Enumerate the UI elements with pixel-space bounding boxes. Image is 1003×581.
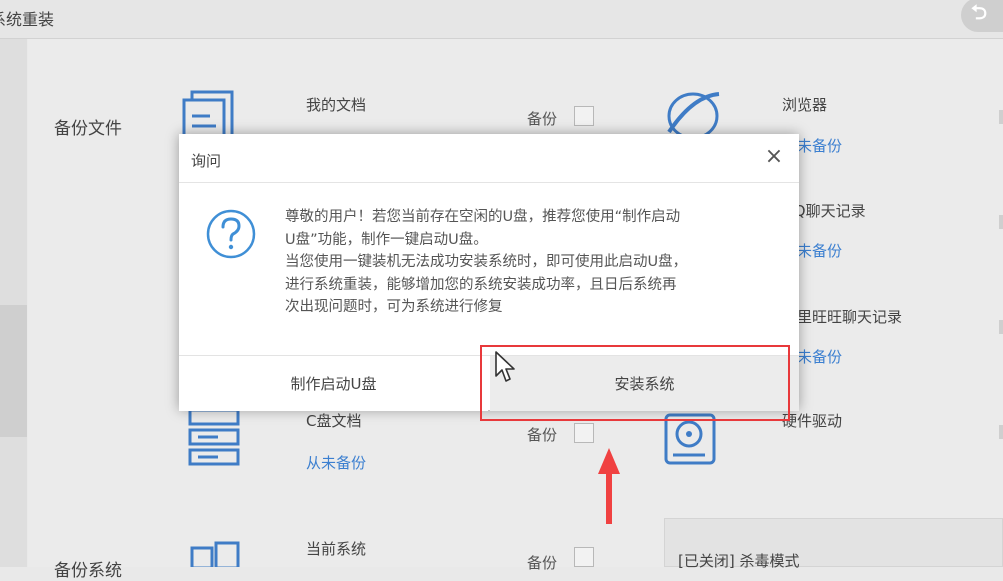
dialog-message: 尊敬的用户！若您当前存在空闲的U盘，推荐您使用“制作启动 U盘”功能，制作一键启…	[285, 206, 765, 319]
scroll-indicator	[999, 215, 1003, 229]
red-arrow-icon	[598, 448, 620, 524]
scroll-indicator	[999, 320, 1003, 334]
scroll-indicator	[999, 110, 1003, 124]
item-status-c-drive-docs[interactable]: 从未备份	[306, 452, 366, 473]
message-line: 当您使用一键装机无法成功安装系统时，即可使用此启动U盘，	[285, 254, 688, 270]
mouse-cursor-icon	[495, 351, 515, 382]
message-line: 次出现问题时，可为系统进行修复	[285, 299, 503, 315]
left-nav	[0, 39, 27, 567]
server-drive-icon	[188, 408, 240, 466]
make-boot-usb-button[interactable]: 制作启动U盘	[179, 356, 488, 411]
item-name-aliwangwang-chat: 阿里旺旺聊天记录	[782, 308, 903, 326]
message-line: 尊敬的用户！若您当前存在空闲的U盘，推荐您使用“制作启动	[285, 209, 681, 225]
title-bar	[0, 0, 1003, 39]
close-icon[interactable]: ×	[761, 144, 787, 170]
antivirus-status: [已关闭] 杀毒模式	[678, 552, 800, 570]
back-button[interactable]: ⮌	[961, 0, 1003, 32]
window-title: 系统重装	[0, 10, 55, 29]
backup-label: 备份	[527, 110, 558, 128]
backup-checkbox-c-drive-docs[interactable]	[574, 423, 594, 443]
item-name-hardware-drivers: 硬件驱动	[782, 412, 843, 430]
backup-label: 备份	[527, 554, 558, 572]
message-line: U盘”功能，制作一键启动U盘。	[285, 231, 488, 248]
item-name-my-documents: 我的文档	[306, 96, 367, 114]
highlight-box	[480, 345, 790, 421]
item-name-browser: 浏览器	[782, 96, 828, 114]
section-title-backup-system: 备份系统	[54, 561, 122, 581]
windows-icon	[190, 541, 240, 567]
left-nav-selected[interactable]	[0, 305, 27, 437]
backup-checkbox-my-documents[interactable]	[574, 106, 594, 126]
item-name-c-drive-docs: C盘文档	[306, 412, 362, 430]
scroll-indicator	[999, 425, 1003, 439]
section-title-backup-files: 备份文件	[54, 119, 122, 139]
dialog-header: 询问 ×	[179, 134, 799, 183]
item-name-current-system: 当前系统	[306, 540, 367, 558]
back-arrow-icon: ⮌	[971, 0, 988, 24]
message-line: 进行系统重装，能够增加您的系统安装成功率，且日后系统再	[285, 276, 677, 293]
dialog-title: 询问	[191, 152, 222, 170]
backup-checkbox-current-system[interactable]	[574, 547, 594, 567]
question-icon	[206, 209, 256, 259]
backup-label: 备份	[527, 426, 558, 444]
